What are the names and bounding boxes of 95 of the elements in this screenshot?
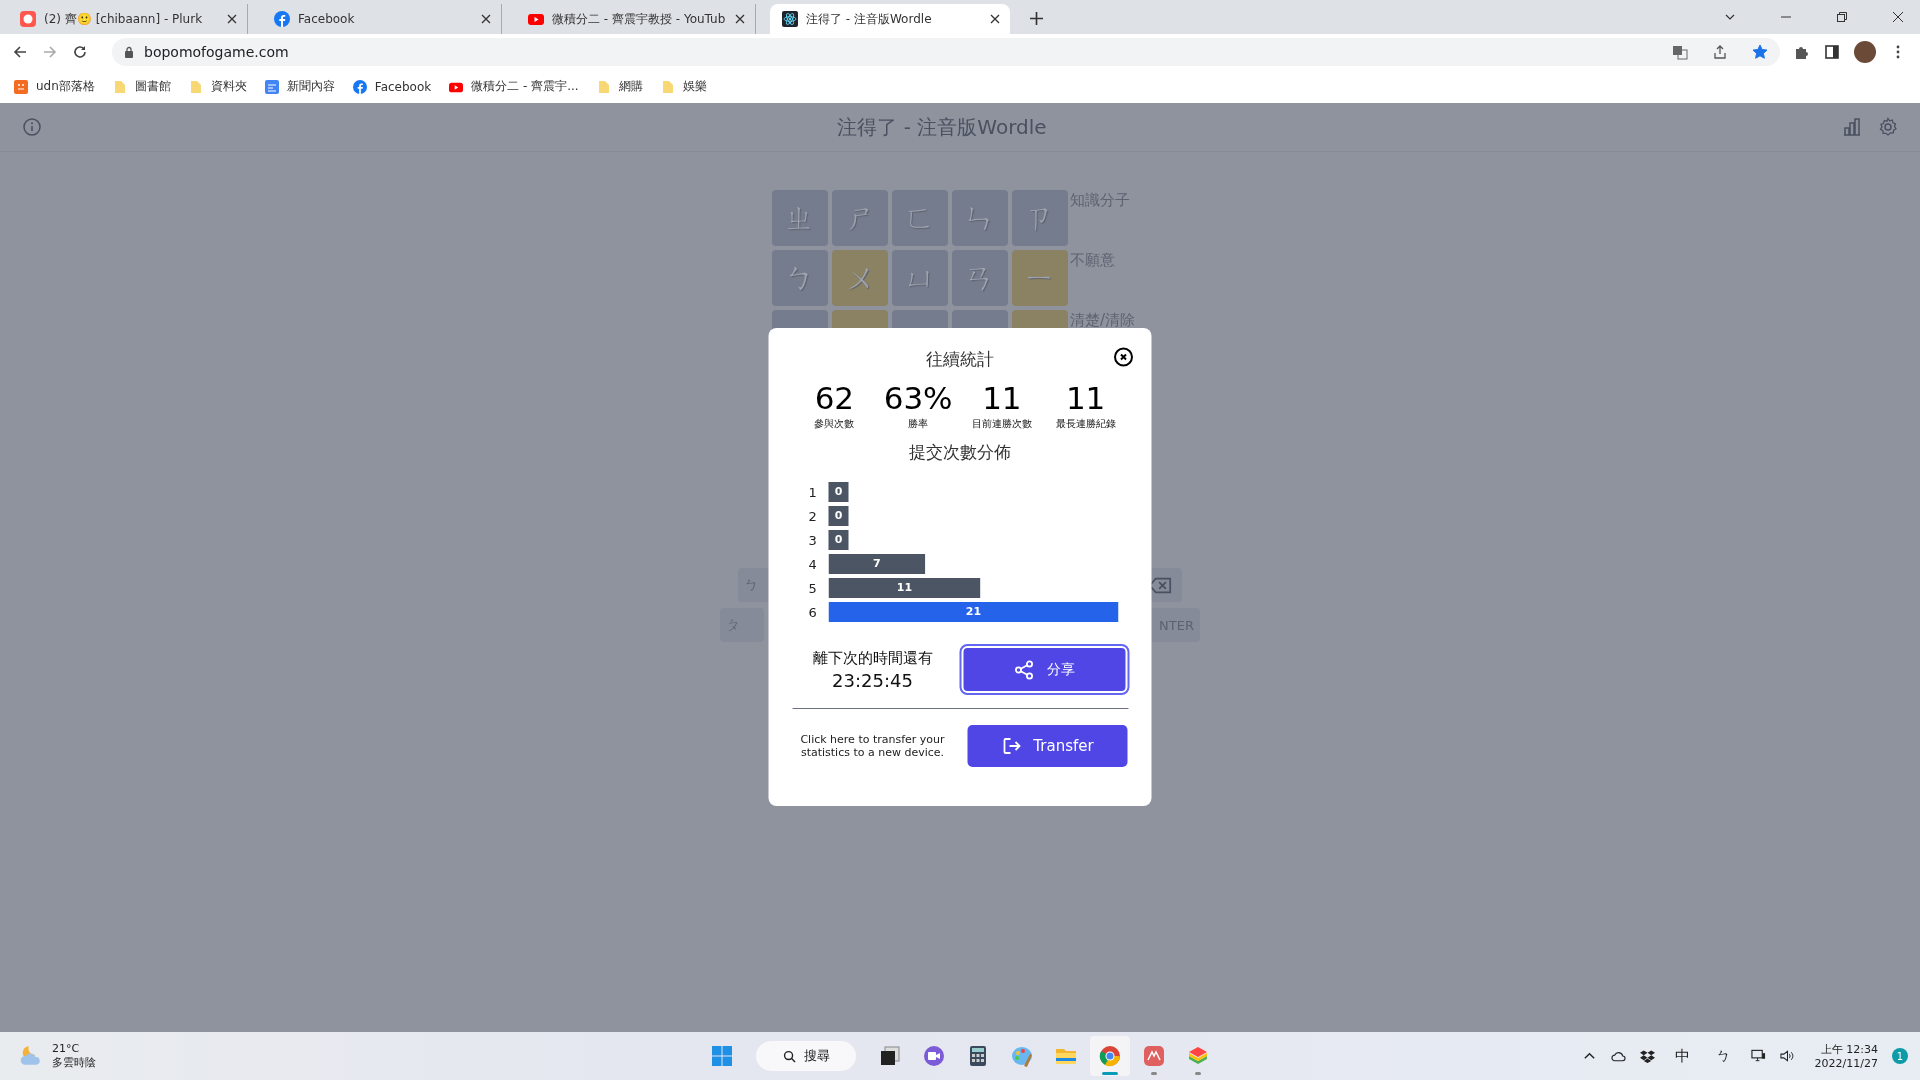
transfer-button[interactable]: Transfer [967,725,1128,767]
countdown-timer: 23:25:45 [832,669,913,691]
bar-value: 11 [896,580,913,596]
bookmark[interactable]: 網購 [596,78,643,95]
cloud-icon[interactable] [1610,1049,1626,1063]
lock-icon [124,46,134,58]
speaker-icon[interactable] [1779,1049,1795,1063]
weather-description: 多雲時陰 [52,1055,96,1070]
stat-value: 11 [1065,379,1106,417]
stat-label: 參與次數 [814,417,855,431]
letter-tile: ㄨ [832,250,888,306]
browser-icon [1098,1044,1122,1068]
news-icon [264,79,279,94]
bookmark[interactable]: Facebook [352,79,432,94]
bookmark[interactable]: 娛樂 [660,78,707,95]
stat-label: 目前連勝次數 [971,417,1032,431]
video-play-icon [528,11,544,27]
network-icon[interactable] [1750,1049,1766,1063]
bookmark[interactable]: 微積分二 - 齊震宇... [449,78,579,95]
folder-icon [660,79,675,94]
bookmark[interactable]: 新聞內容 [264,78,335,95]
face-square-icon [14,79,28,94]
countdown-label: 離下次的時間還有 [812,648,933,668]
guess-count-label: 6 [808,604,818,620]
atom-icon [782,11,798,27]
dialog-title: 往續統計 [926,348,994,371]
translate-icon[interactable] [1672,44,1688,60]
taskbar-search[interactable]: 搜尋 [756,1041,856,1071]
browser-tab[interactable]: 注得了 - 注音版Wordle [770,4,1010,34]
page-title: 注得了 - 注音版Wordle [837,113,1047,141]
search-icon [782,1049,796,1063]
bar-value: 0 [828,482,849,502]
folder-icon [112,79,127,94]
four-squares-icon [710,1044,734,1068]
avatar[interactable] [1854,41,1876,63]
tab-title: (2) 齊🙂 [chibaann] - Plurk [44,10,204,28]
tab-title: 微積分二 - 齊震宇教授 - YouTub [552,10,727,28]
back-icon[interactable] [12,44,28,60]
share-icon[interactable] [1712,44,1728,60]
guess-count-label: 3 [808,532,818,548]
settings-icon[interactable] [1878,117,1898,137]
exit-arrow-icon [1001,736,1022,756]
guess-count-label: 5 [808,580,818,596]
bar-value: 21 [965,604,982,620]
dropbox-icon[interactable] [1639,1049,1655,1063]
reload-icon[interactable] [72,44,88,60]
guess-count-label: 1 [808,484,818,500]
close-icon[interactable] [735,14,745,24]
bar-value: 0 [828,506,849,526]
share-icon [1014,659,1035,680]
stat-value: 11 [982,379,1022,417]
close-icon[interactable] [481,14,491,24]
video-camera-icon [922,1044,946,1068]
guess-count-label: 2 [808,508,818,524]
side-panel-icon[interactable] [1824,44,1840,60]
info-icon[interactable] [22,117,42,137]
star-icon[interactable] [1752,44,1768,60]
stat-value: 63% [883,379,953,417]
bar-value: 7 [873,556,881,572]
puzzle-icon[interactable] [1794,44,1810,60]
clock-date[interactable]: 2022/11/27 [1814,1057,1878,1070]
bookmark[interactable]: 圖書館 [112,78,171,95]
close-icon[interactable] [1892,11,1904,23]
input-mode[interactable]: ㄅ [1715,1046,1731,1066]
stat-label: 最長連勝紀錄 [1055,417,1116,431]
tab-title: Facebook [298,12,356,26]
clock-time[interactable]: 上午 12:34 [1820,1042,1878,1057]
folder-icon [596,79,611,94]
tab-title: 注得了 - 注音版Wordle [806,10,933,28]
stat-label: 勝率 [908,417,929,431]
bar-value: 0 [828,530,849,550]
address-bar[interactable]: bopomofogame.com [112,38,1780,66]
input-language[interactable]: 中 [1674,1046,1690,1066]
restore-icon[interactable] [1836,11,1848,23]
guess-count-label: 4 [808,556,818,572]
facebook-icon [352,79,367,94]
transfer-description: Click here to transfer your statistics to a new device. [799,733,946,759]
stat-value: 62 [814,379,855,417]
bar-chart-icon[interactable] [1842,117,1862,137]
bookmark[interactable]: 資料夾 [188,78,247,95]
bookmark[interactable]: udn部落格 [14,78,95,95]
stacked-windows-icon [878,1044,902,1068]
temperature: 21°C [52,1042,81,1055]
share-button[interactable]: 分享 [961,646,1128,693]
facebook-icon [274,11,290,27]
close-icon[interactable] [990,14,1000,24]
new-tab-icon[interactable] [1030,12,1043,25]
letter-tile: ㄧ [1012,250,1068,306]
url-text: bopomofogame.com [144,44,289,60]
chart-title: 提交次數分佈 [909,441,1011,464]
close-icon[interactable] [227,14,237,24]
mountain-app-icon [1142,1044,1166,1068]
palette-icon [1010,1044,1034,1068]
folder-icon [188,79,203,94]
close-icon[interactable] [1113,347,1134,367]
